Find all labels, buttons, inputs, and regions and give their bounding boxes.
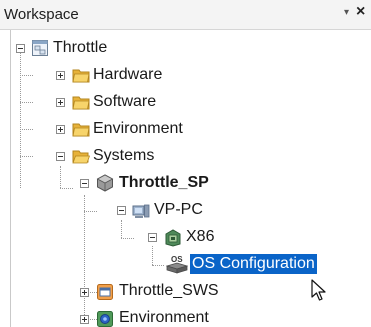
os-icon: OS	[166, 255, 188, 274]
tree-item-software[interactable]: Software	[91, 92, 158, 112]
tree-item-throttle[interactable]: Throttle	[51, 38, 109, 58]
tree-line	[20, 156, 33, 157]
environment-component-icon	[97, 311, 113, 327]
tree-line	[121, 238, 134, 239]
expand-toggle[interactable]	[56, 71, 65, 80]
tree-item-throttle-sws[interactable]: Throttle_SWS	[117, 281, 221, 301]
tree-line	[84, 211, 97, 212]
expand-toggle[interactable]	[80, 315, 89, 324]
pc-icon	[132, 204, 150, 218]
tree-item-systems[interactable]: Systems	[91, 146, 156, 166]
folder-open-icon	[72, 150, 90, 164]
folder-icon	[72, 123, 90, 137]
tree-line	[60, 188, 73, 189]
collapse-toggle[interactable]	[80, 179, 89, 188]
processor-icon	[165, 229, 181, 247]
tree-item-x86[interactable]: X86	[184, 227, 216, 247]
tree-item-vp-pc[interactable]: VP-PC	[152, 200, 205, 220]
software-component-icon	[97, 284, 113, 300]
collapse-toggle[interactable]	[148, 233, 157, 242]
tree-line	[84, 195, 85, 323]
tree-line	[152, 265, 164, 266]
panel-menu-arrow-icon[interactable]: ▾	[344, 7, 349, 18]
panel-close-icon[interactable]: ×	[356, 3, 365, 21]
tree-item-os-configuration[interactable]: OS Configuration	[190, 254, 317, 274]
workspace-title-bar: Workspace ▾ ×	[0, 0, 371, 30]
tree-item-environment-folder[interactable]: Environment	[91, 119, 185, 139]
collapse-toggle[interactable]	[117, 206, 126, 215]
project-icon	[32, 40, 48, 56]
mouse-cursor-icon	[311, 279, 326, 301]
collapse-toggle[interactable]	[56, 152, 65, 161]
expand-toggle[interactable]	[56, 98, 65, 107]
tree-line	[152, 246, 153, 265]
tree-item-hardware[interactable]: Hardware	[91, 65, 164, 85]
folder-icon	[72, 96, 90, 110]
tree-line	[60, 166, 61, 188]
folder-icon	[72, 69, 90, 83]
expand-toggle[interactable]	[80, 288, 89, 297]
tree-item-environment-component[interactable]: Environment	[117, 308, 211, 327]
tree-line	[121, 220, 122, 238]
tree-line	[20, 102, 33, 103]
tree-line	[20, 129, 33, 130]
collapse-toggle[interactable]	[16, 44, 25, 53]
workspace-title: Workspace	[4, 6, 79, 23]
system-cube-icon	[96, 174, 114, 192]
expand-toggle[interactable]	[56, 125, 65, 134]
tree-item-throttle-sp[interactable]: Throttle_SP	[117, 173, 211, 193]
tree-line	[20, 52, 21, 188]
tree-line	[20, 75, 33, 76]
